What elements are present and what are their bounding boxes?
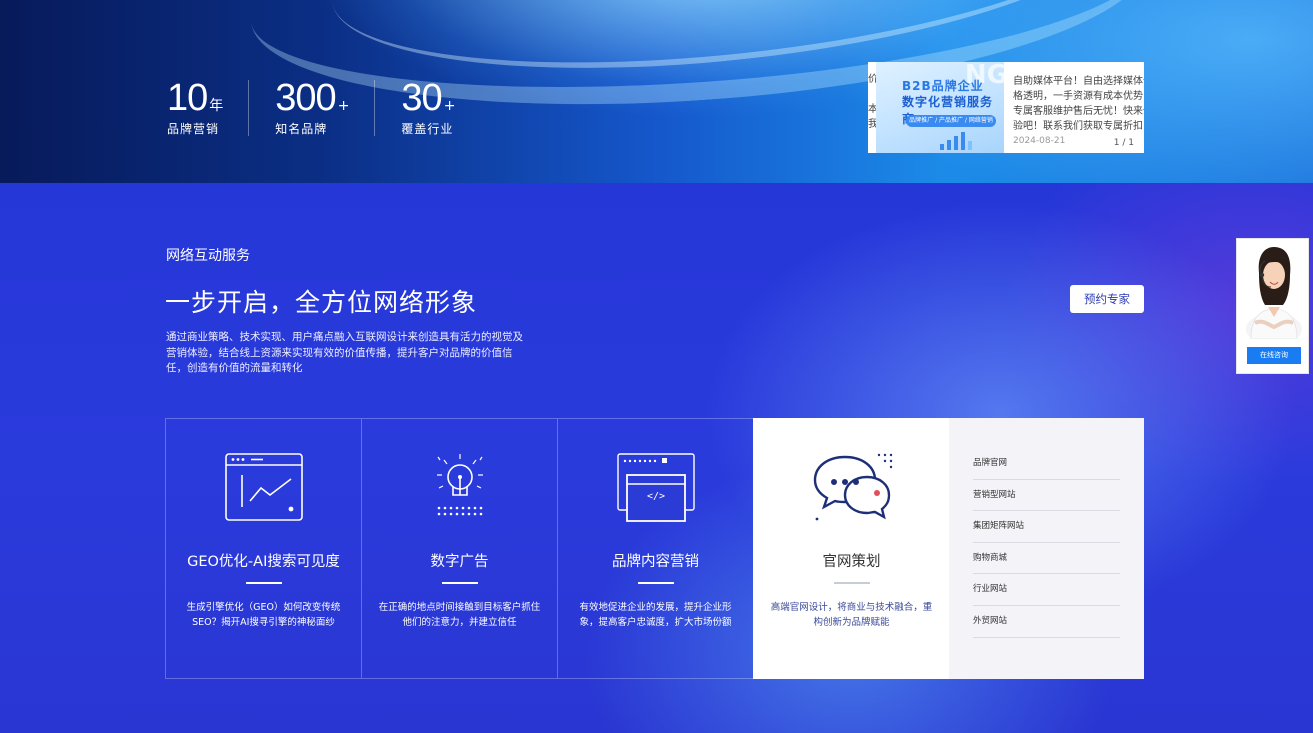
stats-row: 10 年 品牌营销 300 + 知名品牌 30 + 覆盖行业 <box>167 78 507 136</box>
news-thumbnail[interactable]: NG B2B品牌企业 数字化营销服务商 品牌推广 / 产品推广 / 网络营销 <box>876 62 1004 153</box>
card-divider <box>638 582 674 584</box>
news-text-line: 格透明，一手资源有成本优势， <box>1013 91 1144 102</box>
svg-text:</>: </> <box>646 491 664 502</box>
menu-item-marketing-site[interactable]: 营销型网站 <box>973 480 1120 512</box>
stat-number: 30 <box>401 77 442 119</box>
service-cards: GEO优化-AI搜索可见度 生成引擎优化（GEO）如何改变传统SEO？揭开AI搜… <box>165 418 1144 679</box>
website-type-menu: 品牌官网 营销型网站 集团矩阵网站 购物商城 行业网站 外贸网站 <box>949 418 1144 679</box>
strip-char: 我 <box>868 119 876 130</box>
news-date: 2024-08-21 <box>1013 136 1066 146</box>
card-divider <box>834 582 870 584</box>
news-card[interactable]: 价 本 我 NG B2B品牌企业 数字化营销服务商 品牌推广 / 产品推广 / … <box>868 62 1144 153</box>
menu-item-foreign-trade-site[interactable]: 外贸网站 <box>973 606 1120 638</box>
card-description: 生成引擎优化（GEO）如何改变传统SEO？揭开AI搜寻引擎的神秘面纱 <box>186 602 341 628</box>
news-pagination[interactable]: 1 / 1 <box>1114 138 1134 148</box>
chat-bubbles-icon <box>813 453 892 521</box>
bar-chart-icon <box>938 132 978 150</box>
thumbnail-headline: B2B品牌企业 <box>902 79 984 93</box>
service-card-website-planning[interactable]: 官网策划 高端官网设计，将商业与技术融合，重构创新为品牌赋能 <box>753 418 949 679</box>
thumbnail-tags: 品牌推广 / 产品推广 / 网络营销 <box>906 115 996 127</box>
strip-char: 价 <box>868 74 876 85</box>
service-card-content-marketing[interactable]: </> 品牌内容营销 有效地促进企业的发展，提升企业形象，提高客户忠诚度，扩大市… <box>557 418 753 679</box>
news-text-line: 专属客服维护售后无忧！快来体 <box>1013 106 1144 117</box>
service-card-digital-ads[interactable]: 数字广告 在正确的地点时间接触到目标客户抓住他们的注意力，并建立信任 <box>361 418 557 679</box>
menu-item-shopping-mall[interactable]: 购物商城 <box>973 543 1120 575</box>
menu-item-group-matrix-site[interactable]: 集团矩阵网站 <box>973 511 1120 543</box>
stat-label: 品牌营销 <box>167 122 220 136</box>
hero-banner: 10 年 品牌营销 300 + 知名品牌 30 + 覆盖行业 价 本 我 NG B2B… <box>0 0 1313 183</box>
menu-item-brand-site[interactable]: 品牌官网 <box>973 448 1120 480</box>
news-text-line: 验吧！联系我们获取专属折扣 <box>1013 121 1143 132</box>
card-description: 有效地促进企业的发展，提升企业形象，提高客户忠诚度，扩大市场份额 <box>579 602 732 628</box>
card-divider <box>246 582 282 584</box>
card-title: 数字广告 <box>430 554 489 570</box>
services-section: 网络互动服务 一步开启，全方位网络形象 通过商业策略、技术实现、用户痛点融入互联… <box>0 183 1313 733</box>
section-tag: 网络互动服务 <box>166 248 250 264</box>
news-body: 自助媒体平台！自由选择媒体价 格透明，一手资源有成本优势， 专属客服维护售后无忧… <box>1004 62 1144 153</box>
news-prev-strip: 价 本 我 <box>868 62 876 153</box>
lightbulb-icon <box>436 454 483 516</box>
stat-industries: 30 + 覆盖行业 <box>401 78 481 136</box>
stat-label: 覆盖行业 <box>401 122 454 136</box>
card-description: 高端官网设计，将商业与技术融合，重构创新为品牌赋能 <box>770 602 933 628</box>
stat-years: 10 年 品牌营销 <box>167 77 250 136</box>
news-text-line: 自助媒体平台！自由选择媒体价 <box>1013 76 1144 87</box>
stat-number: 300 <box>275 77 336 119</box>
service-card-geo[interactable]: GEO优化-AI搜索可见度 生成引擎优化（GEO）如何改变传统SEO？揭开AI搜… <box>165 418 361 679</box>
online-consult-widget[interactable]: 在线咨询 <box>1236 238 1309 374</box>
stat-unit: + <box>337 98 350 114</box>
online-consult-button[interactable]: 在线咨询 <box>1247 347 1301 364</box>
chart-trend-icon <box>224 453 303 521</box>
strip-char: 本 <box>868 104 876 115</box>
stat-unit: 年 <box>209 98 224 114</box>
card-divider <box>442 582 478 584</box>
stat-number: 10 <box>167 77 208 119</box>
code-window-icon: </> <box>616 453 695 522</box>
menu-item-industry-site[interactable]: 行业网站 <box>973 574 1120 606</box>
book-expert-button[interactable]: 预约专家 <box>1070 285 1144 313</box>
section-title: 一步开启，全方位网络形象 <box>165 288 478 317</box>
card-title: 官网策划 <box>822 554 881 570</box>
stat-unit: + <box>443 98 456 114</box>
section-description: 通过商业策略、技术实现、用户痛点融入互联网设计来创造具有活力的视觉及营销体验，结… <box>166 331 523 374</box>
card-title: 品牌内容营销 <box>612 554 699 570</box>
stat-brands: 300 + 知名品牌 <box>275 77 376 136</box>
card-title: GEO优化-AI搜索可见度 <box>187 554 340 570</box>
customer-service-avatar <box>1246 247 1302 339</box>
card-description: 在正确的地点时间接触到目标客户抓住他们的注意力，并建立信任 <box>378 602 541 628</box>
stat-label: 知名品牌 <box>275 122 328 136</box>
